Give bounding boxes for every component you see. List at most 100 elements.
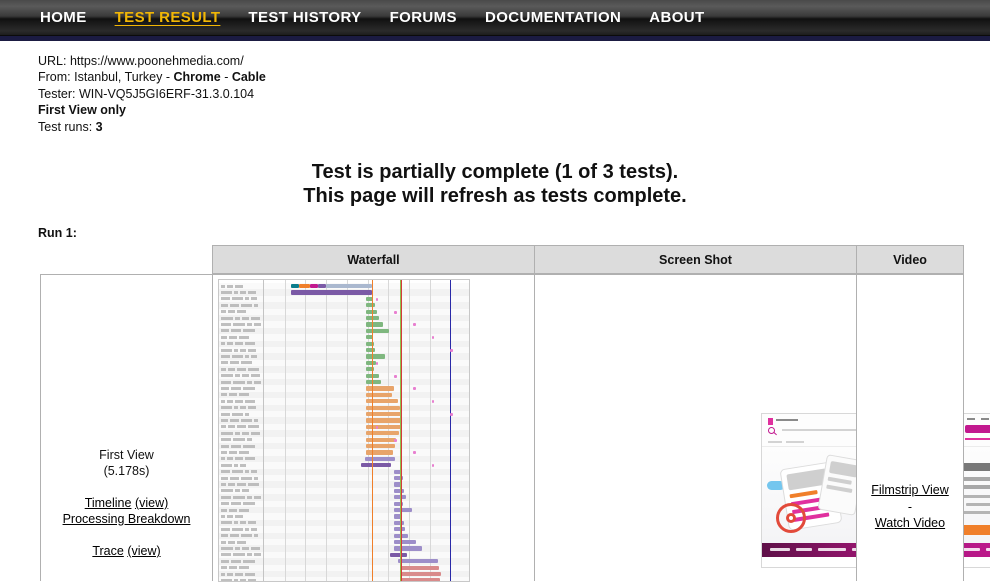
waterfall-request-label (251, 297, 257, 301)
nav-item-home[interactable]: HOME (26, 0, 101, 36)
nav-item-list: HOME TEST RESULT TEST HISTORY FORUMS DOC… (26, 0, 719, 36)
banner-line-1: Test is partially complete (1 of 3 tests… (311, 161, 679, 183)
waterfall-request-label (240, 406, 246, 410)
waterfall-request-label (221, 380, 231, 384)
lang-option-de (981, 418, 989, 420)
waterfall-request-label (235, 546, 240, 550)
waterfall-chart[interactable] (218, 279, 470, 582)
waterfall-request-label (232, 354, 243, 358)
waterfall-request-label (227, 342, 233, 346)
waterfall-request-label (248, 482, 259, 486)
waterfall-request-label (221, 476, 228, 480)
waterfall-request-label (242, 316, 249, 320)
waterfall-request-label (235, 514, 243, 518)
waterfall-gridline (409, 280, 410, 581)
waterfall-request-label (247, 438, 252, 442)
info-from-browser: Chrome (173, 70, 221, 85)
first-view-info: First View (5.178s) Timeline (view) Proc… (41, 447, 212, 559)
waterfall-request-label (221, 514, 225, 518)
waterfall-bar (390, 552, 407, 557)
waterfall-request-label (221, 566, 227, 570)
trace-view-link[interactable]: (view) (127, 544, 160, 558)
waterfall-request-label (221, 374, 233, 378)
waterfall-request-label (239, 335, 249, 339)
search-icon-handle (773, 431, 777, 436)
waterfall-request-label (239, 566, 249, 570)
waterfall-request-label (241, 303, 252, 307)
waterfall-request-label (221, 303, 228, 307)
waterfall-request-label (227, 284, 233, 288)
waterfall-bar (361, 463, 392, 468)
waterfall-request-label (221, 502, 229, 506)
waterfall-bar (365, 456, 396, 461)
waterfall-request-label (221, 284, 225, 288)
waterfall-request-label (245, 342, 255, 346)
waterfall-request-label (240, 578, 246, 581)
waterfall-bar-segment (299, 284, 310, 289)
search-input-placeholder-line (782, 429, 860, 431)
waterfall-request-label (247, 553, 252, 557)
waterfall-request-label (235, 399, 243, 403)
waterfall-request-label (251, 354, 257, 358)
timeline-view-link[interactable]: (view) (135, 496, 168, 510)
waterfall-bar (366, 322, 383, 327)
waterfall-request-label (221, 367, 226, 371)
waterfall-request-label (241, 476, 252, 480)
waterfall-request-label (248, 425, 259, 429)
waterfall-request-label (245, 527, 249, 531)
waterfall-request-label (248, 348, 256, 352)
watch-video-link[interactable]: Watch Video (875, 516, 945, 530)
waterfall-request-label (231, 444, 241, 448)
waterfall-request-label (240, 521, 246, 525)
nav-item-about[interactable]: ABOUT (635, 0, 718, 36)
menu-item-7 (796, 548, 812, 551)
waterfall-request-label (235, 431, 240, 435)
trace-link[interactable]: Trace (92, 544, 124, 558)
hero-device-2-row-2 (826, 484, 853, 493)
nav-item-test-result[interactable]: TEST RESULT (101, 0, 235, 36)
info-url-label: URL: (38, 54, 67, 68)
waterfall-request-label (248, 578, 256, 581)
waterfall-request-label (240, 463, 246, 467)
waterfall-bar (394, 540, 417, 545)
waterfall-bar (366, 437, 397, 442)
waterfall-request-label (243, 444, 255, 448)
waterfall-label-divider (263, 280, 264, 581)
waterfall-request-label (245, 457, 255, 461)
header-cart-icon (768, 418, 773, 425)
waterfall-request-label (221, 540, 226, 544)
run-info-cell: First View (5.178s) Timeline (view) Proc… (40, 274, 213, 581)
nav-item-documentation[interactable]: DOCUMENTATION (471, 0, 635, 36)
waterfall-marker (375, 297, 379, 301)
nav-item-test-history[interactable]: TEST HISTORY (234, 0, 375, 36)
waterfall-bar (400, 572, 441, 577)
info-tester-row: Tester: WIN-VQ5J5GI6ERF-31.3.0.104 (38, 86, 266, 102)
waterfall-request-label (235, 457, 243, 461)
waterfall-request-label (221, 399, 225, 403)
waterfall-request-label (229, 393, 237, 397)
waterfall-request-label (221, 457, 225, 461)
column-header-video: Video (856, 245, 964, 274)
waterfall-request-label (228, 425, 235, 429)
waterfall-request-label (247, 380, 252, 384)
video-links: Filmstrip View - Watch Video (857, 482, 963, 532)
filmstrip-view-link[interactable]: Filmstrip View (871, 483, 949, 497)
waterfall-request-label (221, 572, 225, 576)
timeline-link[interactable]: Timeline (85, 496, 132, 510)
processing-breakdown-link[interactable]: Processing Breakdown (63, 512, 191, 526)
waterfall-request-label (254, 495, 261, 499)
results-table-header: Waterfall Screen Shot Video (212, 245, 965, 274)
waterfall-request-label (242, 489, 249, 493)
waterfall-request-label (254, 322, 261, 326)
waterfall-request-label (240, 348, 246, 352)
waterfall-marker (394, 374, 397, 378)
waterfall-cell[interactable] (212, 274, 535, 582)
hero-device-2-row-1 (827, 476, 852, 485)
waterfall-bar (394, 508, 412, 513)
waterfall-event-line-document-complete (450, 280, 451, 581)
nav-item-forums[interactable]: FORUMS (376, 0, 471, 36)
screenshot-cell[interactable] (534, 274, 990, 581)
waterfall-request-label (221, 297, 230, 301)
waterfall-marker (394, 438, 397, 442)
waterfall-request-label (234, 463, 238, 467)
